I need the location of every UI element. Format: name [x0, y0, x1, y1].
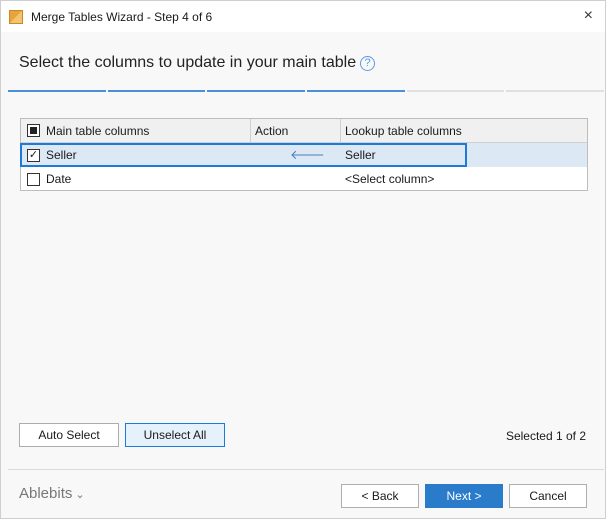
cancel-button[interactable]: Cancel: [509, 484, 587, 508]
lookup-column-select[interactable]: Seller: [345, 148, 376, 162]
table-row[interactable]: Date <Select column>: [21, 167, 587, 191]
window-title: Merge Tables Wizard - Step 4 of 6: [31, 10, 212, 24]
unselect-all-button[interactable]: Unselect All: [125, 423, 225, 447]
main-column-name: Seller: [46, 148, 77, 162]
row-checkbox[interactable]: [27, 173, 40, 186]
step-6: [506, 90, 604, 92]
title-bar: Merge Tables Wizard - Step 4 of 6 ×: [1, 1, 605, 32]
step-2: [108, 90, 206, 92]
step-3: [207, 90, 305, 92]
selection-status: Selected 1 of 2: [506, 429, 586, 443]
lookup-column-select[interactable]: <Select column>: [345, 172, 434, 186]
brand-name: Ablebits: [19, 485, 72, 502]
help-icon[interactable]: ?: [360, 56, 375, 71]
page-title: Select the columns to update in your mai…: [19, 54, 375, 72]
main-column-name: Date: [46, 172, 71, 186]
header-lookup[interactable]: Lookup table columns: [345, 124, 462, 138]
step-5: [407, 90, 505, 92]
page-title-text: Select the columns to update in your mai…: [19, 54, 356, 71]
back-button[interactable]: < Back: [341, 484, 419, 508]
divider: [8, 469, 604, 470]
table-header: Main table columns Action Lookup table c…: [21, 119, 587, 143]
header-action[interactable]: Action: [255, 124, 288, 138]
chevron-down-icon: ⌄: [75, 489, 84, 501]
step-4: [307, 90, 405, 92]
select-all-checkbox[interactable]: [27, 124, 40, 137]
close-icon[interactable]: ×: [584, 7, 593, 25]
arrow-left-icon[interactable]: 🡐: [290, 147, 325, 163]
next-button[interactable]: Next >: [425, 484, 503, 508]
columns-table: Main table columns Action Lookup table c…: [20, 118, 588, 191]
ablebits-menu[interactable]: Ablebits⌄: [19, 485, 85, 502]
step-1: [8, 90, 106, 92]
table-row[interactable]: ✓ Seller 🡐 Seller: [21, 143, 587, 167]
row-checkbox[interactable]: ✓: [27, 149, 40, 162]
auto-select-button[interactable]: Auto Select: [19, 423, 119, 447]
step-progress: [8, 90, 604, 92]
app-icon: [9, 10, 23, 24]
wizard-window: Merge Tables Wizard - Step 4 of 6 × Sele…: [0, 0, 606, 519]
header-main[interactable]: Main table columns: [46, 124, 149, 138]
